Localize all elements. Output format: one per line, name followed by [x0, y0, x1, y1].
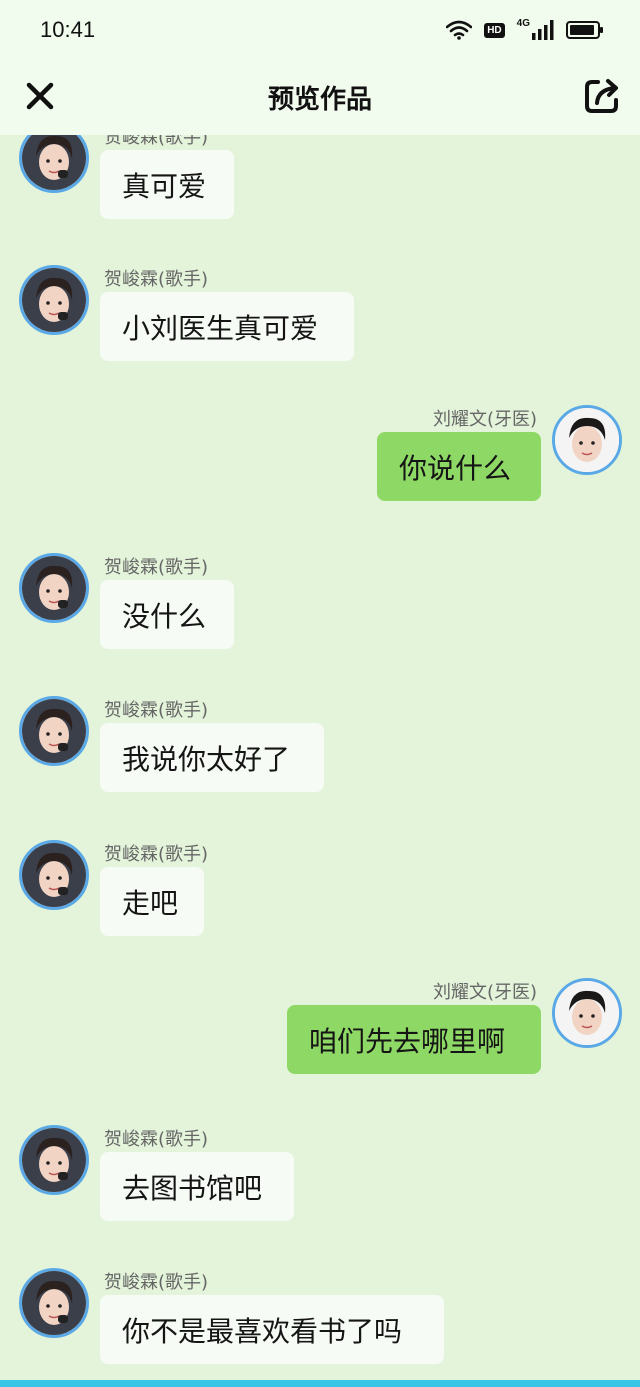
sender-name: 贺峻霖(歌手) [104, 135, 209, 148]
bottom-edge-bar [0, 1380, 640, 1387]
status-icons: HD 4G [446, 18, 603, 40]
message-row: 贺峻霖(歌手) 我说你太好了 [0, 696, 640, 806]
top-nav-bar: 预览作品 [0, 60, 640, 135]
avatar[interactable] [19, 553, 89, 623]
message-bubble[interactable]: 去图书馆吧 [100, 1152, 294, 1221]
sender-name: 刘耀文(牙医) [432, 409, 537, 430]
avatar[interactable] [19, 1268, 89, 1338]
message-bubble[interactable]: 你不是最喜欢看书了吗 [100, 1295, 444, 1364]
network-label: 4G [516, 18, 530, 29]
sender-name: 贺峻霖(歌手) [104, 844, 209, 865]
wifi-icon [446, 20, 473, 40]
message-bubble[interactable]: 你说什么 [377, 432, 541, 501]
message-row: 刘耀文(牙医) 咱们先去哪里啊 [0, 978, 640, 1088]
message-row: 贺峻霖(歌手) 真可爱 [0, 135, 640, 233]
avatar[interactable] [19, 265, 89, 335]
page-title: 预览作品 [267, 85, 372, 115]
sender-name: 贺峻霖(歌手) [104, 700, 209, 721]
close-icon[interactable] [22, 78, 58, 114]
message-bubble[interactable]: 咱们先去哪里啊 [287, 1005, 541, 1074]
message-row: 刘耀文(牙医) 你说什么 [0, 405, 640, 515]
message-bubble[interactable]: 没什么 [100, 580, 234, 649]
share-icon[interactable] [582, 76, 622, 116]
status-bar: 10:41 HD 4G [0, 0, 640, 60]
sender-name: 刘耀文(牙医) [432, 982, 537, 1003]
avatar[interactable] [552, 978, 622, 1048]
status-time: 10:41 [40, 17, 96, 42]
message-bubble[interactable]: 我说你太好了 [100, 723, 324, 792]
message-row: 贺峻霖(歌手) 去图书馆吧 [0, 1125, 640, 1235]
sender-name: 贺峻霖(歌手) [104, 269, 209, 290]
message-row: 贺峻霖(歌手) 走吧 [0, 840, 640, 950]
signal-icon [532, 20, 554, 40]
message-bubble[interactable]: 走吧 [100, 867, 204, 936]
avatar[interactable] [19, 696, 89, 766]
message-bubble[interactable]: 真可爱 [100, 150, 234, 219]
sender-name: 贺峻霖(歌手) [104, 557, 209, 578]
avatar[interactable] [19, 1125, 89, 1195]
sender-name: 贺峻霖(歌手) [104, 1272, 209, 1293]
chat-message-list[interactable]: 贺峻霖(歌手) 真可爱 贺峻霖(歌手) 小刘医生真可爱 刘耀文(牙医) 你说什么 贺峻霖(歌… [0, 135, 640, 1380]
message-row: 贺峻霖(歌手) 你不是最喜欢看书了吗 [0, 1268, 640, 1378]
sender-name: 贺峻霖(歌手) [104, 1129, 209, 1150]
message-row: 贺峻霖(歌手) 小刘医生真可爱 [0, 265, 640, 375]
message-row: 贺峻霖(歌手) 没什么 [0, 553, 640, 663]
avatar[interactable] [19, 840, 89, 910]
avatar[interactable] [19, 135, 89, 193]
hd-badge: HD [484, 22, 505, 38]
avatar[interactable] [552, 405, 622, 475]
message-bubble[interactable]: 小刘医生真可爱 [100, 292, 354, 361]
battery-icon [566, 21, 603, 39]
